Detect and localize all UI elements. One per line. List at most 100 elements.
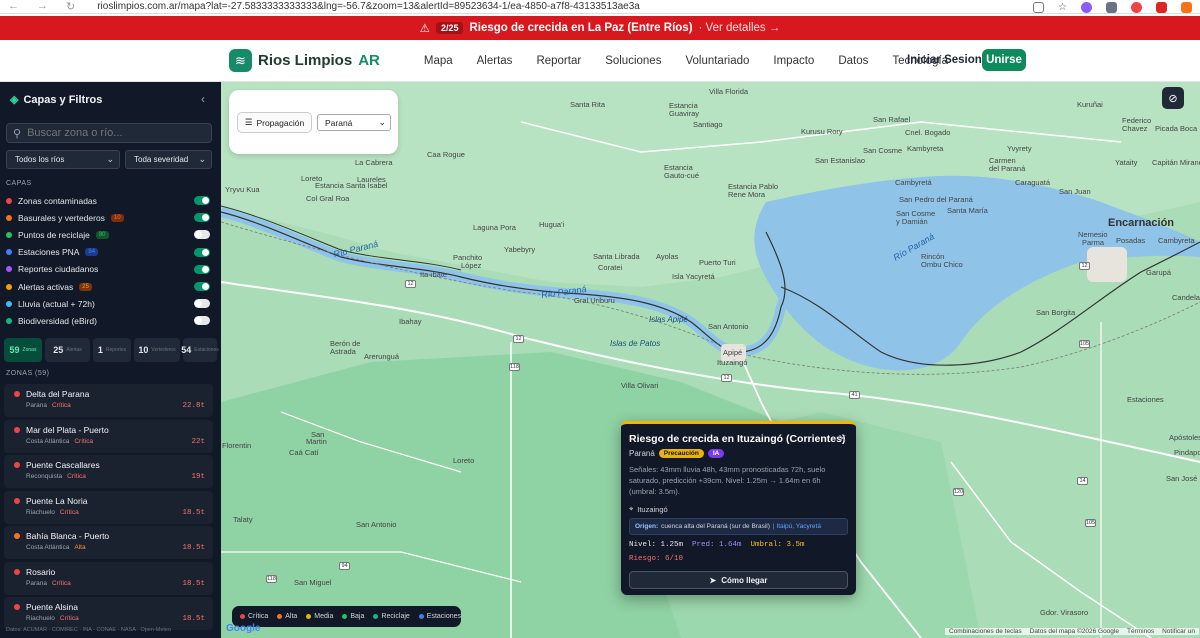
extension-icon[interactable] [1181,1,1192,13]
search-input[interactable] [27,127,198,139]
stat-number: 54 [181,345,192,355]
legend-dot [373,614,379,619]
browser-extensions: ☆ [1033,0,1192,14]
stat-tab-alertas[interactable]: 25 Alertas [45,338,90,362]
hide-layers-icon[interactable]: ⊘ [1162,87,1184,109]
nav-soluciones[interactable]: Soluciones [605,55,661,67]
severity-filter[interactable]: Toda severidad ⌄ [125,150,212,169]
reload-icon[interactable]: ↻ [66,0,75,13]
nav-voluntariado[interactable]: Voluntariado [685,55,749,67]
layer-toggle-row[interactable]: Puntos de reciclaje 80 [6,226,212,243]
alert-banner[interactable]: ⚠ 2/25 Riesgo de crecida en La Paz (Entr… [0,16,1200,40]
layer-label: Reportes ciudadanos [18,264,99,275]
map-place-label: Gdor. Virasoro [1040,608,1089,617]
route-shield: 118 [509,363,520,371]
warning-icon: ⚠ [419,23,430,35]
severity-badge: Precaución [658,449,704,458]
translate-icon[interactable] [1033,1,1045,13]
extension-icon[interactable] [1156,1,1167,13]
zone-list-item[interactable]: Puente La Noria Riachuelo Crítica 18.5t [4,490,213,524]
map-place-label: Florentin [222,441,252,450]
join-button[interactable]: Unirse [982,49,1026,71]
layer-toggle-row[interactable]: Estaciones PNA 84 [6,244,212,261]
popup-meta: Paraná Precaución IA [629,449,725,458]
login-link[interactable]: Iniciar Sesion [907,54,982,66]
layer-switch[interactable] [194,264,210,274]
layer-switch[interactable] [194,282,210,291]
zone-list-item[interactable]: Delta del Parana Parana Crítica 22.8t [4,384,213,417]
nav-alertas[interactable]: Alertas [477,55,513,67]
zone-list-item[interactable]: Rosario Parana Crítica 18.5t [4,561,213,595]
nav-datos[interactable]: Datos [838,55,868,67]
nav-impacto[interactable]: Impacto [773,55,814,67]
propagation-button[interactable]: ☰ Propagación [237,112,312,133]
zone-river: Costa Atlántica [26,437,70,445]
legend-dot [240,614,245,619]
layer-toggle-row[interactable]: Alertas activas 25 [6,278,212,295]
layer-switch[interactable] [194,196,210,205]
layer-toggle-row[interactable]: Zonas contaminadas [6,192,212,209]
stat-tab-zonas[interactable]: 59 Zonas [4,338,42,362]
brand-logo[interactable]: ≋ Rios Limpios AR [229,49,380,72]
forward-icon[interactable]: → [37,0,48,13]
zone-severity: Crítica [59,615,79,622]
address-bar[interactable]: rioslimpios.com.ar/mapa?lat=-27.58333333… [97,1,640,12]
zone-list-item[interactable]: Bahía Blanca - Puerto Costa Atlántica Alta… [4,526,213,559]
layer-count-badge: 84 [85,248,99,257]
route-shield: 14 [1077,477,1088,485]
stat-tab-vertederos[interactable]: 10 Vertederos [134,338,180,362]
map-place-label: Posadas [1116,236,1146,245]
zone-river: Parana [26,402,47,409]
attribution-item[interactable]: Combinaciones de teclas [949,628,1022,635]
zone-list-item[interactable]: Mar del Plata - Puerto Costa Atlántica Crí… [4,419,213,453]
layer-toggle-row[interactable]: Reportes ciudadanos [6,261,212,278]
zone-severity-dot [14,426,20,433]
map-place-label: Ita-ibate [420,270,448,279]
extension-icon[interactable] [1106,1,1117,13]
directions-button[interactable]: ➤ Cómo llegar [629,571,848,589]
attribution-item[interactable]: Notificar un [1162,628,1195,635]
nav-mapa[interactable]: Mapa [424,55,453,67]
star-icon[interactable]: ☆ [1058,2,1067,13]
map-place-label: Yvyrety [1007,144,1032,153]
layer-switch[interactable] [194,247,210,257]
zone-search[interactable]: ⚲ [6,123,212,143]
level-now: Nivel: 1.25m [629,541,684,549]
river-select[interactable]: Paraná ⌄ [317,114,391,131]
layer-switch[interactable] [194,230,210,240]
collapse-icon[interactable]: ‹ [201,92,205,106]
alert-details-link[interactable]: · Ver detalles → [699,22,781,34]
layer-switch[interactable] [194,213,210,223]
stat-tab-estaciones[interactable]: 54 Estaciones [181,338,219,362]
zone-name: Puente La Noria [26,495,88,506]
layer-count-badge: 25 [79,282,92,291]
nav-reportar[interactable]: Reportar [536,55,581,67]
legend-item: Crítica [240,613,268,620]
layer-switch[interactable] [194,299,210,309]
attribution-item[interactable]: Términos [1127,628,1154,635]
brand-name: Rios Limpios [258,52,353,69]
extension-icon[interactable] [1131,1,1142,13]
layer-switch[interactable] [194,316,210,326]
attribution-item[interactable]: Datos del mapa ©2026 Google [1030,628,1119,635]
layer-color-dot [6,231,12,238]
stat-number: 1 [97,345,103,355]
zone-list-item[interactable]: Puente Cascallares Reconquista Crítica 19t [4,455,213,488]
stat-tab-reportes[interactable]: 1 Reportes [93,338,131,362]
route-shield: 105 [1085,519,1096,527]
layer-label: Estaciones PNA [18,247,80,258]
map-place-label: Arerunguá [364,352,400,361]
layer-toggle-row[interactable]: Biodiversidad (eBird) [6,312,212,329]
map-place-label: Ituzaingó [717,358,748,367]
legend-item: Baja [342,613,364,620]
river-select-value: Paraná [325,117,353,128]
layer-toggle-row[interactable]: Lluvia (actual + 72h) [6,295,212,312]
zone-severity-dot [14,497,20,504]
back-icon[interactable]: ← [8,0,19,13]
zone-tonnage: 18.5t [182,544,205,552]
extension-icon[interactable] [1081,1,1092,13]
layer-toggle-row[interactable]: Basurales y vertederos 10 [6,209,212,226]
river-filter[interactable]: Todos los ríos ⌄ [6,150,120,169]
layer-count-badge: 80 [95,230,109,239]
close-icon[interactable]: ✕ [838,432,847,445]
